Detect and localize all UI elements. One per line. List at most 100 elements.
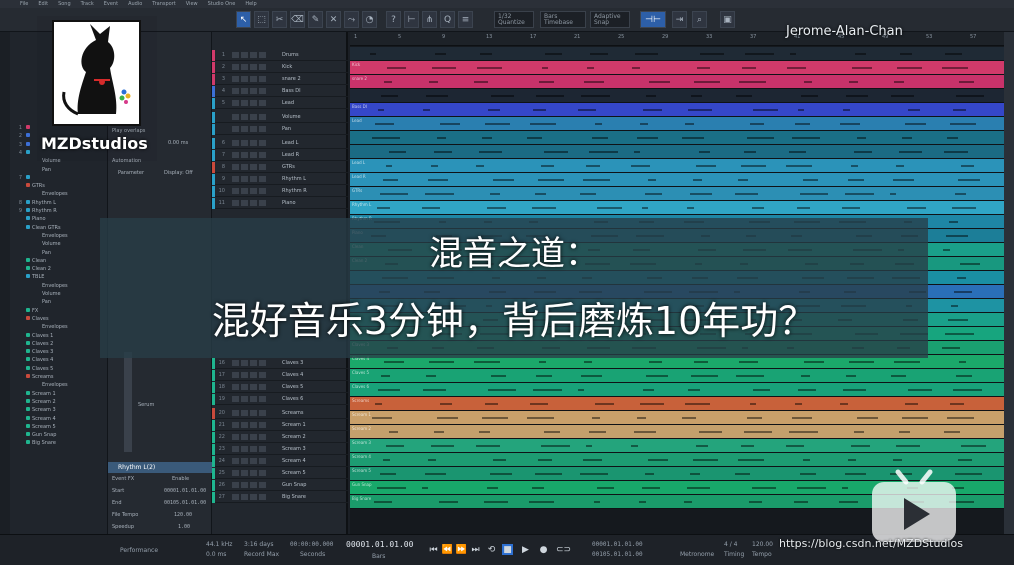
- track-lane[interactable]: Claves 5: [350, 369, 1004, 383]
- track-lane[interactable]: Scream 3: [350, 439, 1004, 453]
- solo-button[interactable]: [241, 446, 248, 452]
- monitor-button[interactable]: [259, 410, 266, 416]
- monitor-button[interactable]: [259, 188, 266, 194]
- eraser-tool-icon[interactable]: ⌫: [290, 11, 305, 28]
- monitor-button[interactable]: [259, 140, 266, 146]
- mute-button[interactable]: [232, 176, 239, 182]
- snap-field[interactable]: Adaptive Snap: [590, 11, 630, 28]
- record-arm-button[interactable]: [250, 384, 257, 390]
- outline-row[interactable]: Piano: [10, 215, 108, 223]
- loop-end[interactable]: 00105.01.01.00: [592, 551, 643, 558]
- timebase-field[interactable]: Bars Timebase: [540, 11, 586, 28]
- track-header[interactable]: 5 Lead: [212, 98, 348, 109]
- track-name[interactable]: Rhythm R: [282, 186, 332, 197]
- mute-button[interactable]: [232, 140, 239, 146]
- monitor-button[interactable]: [259, 396, 266, 402]
- outline-row[interactable]: FX: [10, 307, 108, 315]
- loop-toggle-icon[interactable]: ⊂⊃: [556, 544, 571, 555]
- track-header[interactable]: 23 Scream 3: [212, 444, 348, 455]
- track-header[interactable]: 11 Piano: [212, 198, 348, 209]
- track-lane[interactable]: snare 2: [350, 75, 1004, 89]
- outline-row[interactable]: Claves 5: [10, 365, 108, 373]
- metronome-label[interactable]: Metronome: [680, 551, 714, 558]
- track-name[interactable]: Scream 1: [282, 420, 332, 431]
- monitor-button[interactable]: [259, 114, 266, 120]
- bend-tool-icon[interactable]: ⤳: [344, 11, 359, 28]
- solo-button[interactable]: [241, 176, 248, 182]
- outline-row[interactable]: Clean GTRs: [10, 224, 108, 232]
- track-lane[interactable]: [350, 145, 1004, 159]
- menu-item[interactable]: Song: [58, 1, 71, 7]
- outline-row[interactable]: Scream 2: [10, 398, 108, 406]
- track-lane[interactable]: [350, 131, 1004, 145]
- timeline-ruler[interactable]: 1 5 9 13 17 21 25 29 33 37 41 45 49 53 57: [350, 32, 1004, 46]
- solo-button[interactable]: [241, 188, 248, 194]
- track-name[interactable]: Scream 5: [282, 468, 332, 479]
- track-name[interactable]: Claves 4: [282, 370, 332, 381]
- mute-tool-icon[interactable]: ✕: [326, 11, 341, 28]
- track-lane[interactable]: Scream 1: [350, 411, 1004, 425]
- track-lane[interactable]: Lead: [350, 117, 1004, 131]
- monitor-button[interactable]: [259, 384, 266, 390]
- mute-button[interactable]: [232, 88, 239, 94]
- track-name[interactable]: Pan: [282, 124, 332, 135]
- mute-button[interactable]: [232, 360, 239, 366]
- menu-item[interactable]: Studio One: [208, 1, 236, 7]
- track-header[interactable]: 2 Kick: [212, 62, 348, 73]
- menu-item[interactable]: Track: [81, 1, 94, 7]
- track-header[interactable]: 18 Claves 5: [212, 382, 348, 393]
- file-tempo-value[interactable]: 120.00: [174, 512, 192, 518]
- record-arm-button[interactable]: [250, 410, 257, 416]
- outline-row[interactable]: Envelopes: [10, 282, 108, 290]
- outline-row[interactable]: Claves 3: [10, 348, 108, 356]
- solo-button[interactable]: [241, 384, 248, 390]
- mute-button[interactable]: [232, 164, 239, 170]
- mute-button[interactable]: [232, 114, 239, 120]
- solo-button[interactable]: [241, 360, 248, 366]
- track-name[interactable]: Bass DI: [282, 86, 332, 97]
- record-arm-button[interactable]: [250, 52, 257, 58]
- audiobend-icon[interactable]: ⋔: [422, 11, 437, 28]
- mute-button[interactable]: [232, 458, 239, 464]
- arrow-tool-icon[interactable]: ↖: [236, 11, 251, 28]
- track-header[interactable]: 24 Scream 4: [212, 456, 348, 467]
- outline-row[interactable]: 8 Rhythm L: [10, 199, 108, 207]
- track-header[interactable]: Pan: [212, 124, 348, 135]
- track-lane[interactable]: Kick: [350, 61, 1004, 75]
- mute-button[interactable]: [232, 470, 239, 476]
- track-header[interactable]: 16 Claves 3: [212, 358, 348, 369]
- track-header[interactable]: 4 Bass DI: [212, 86, 348, 97]
- solo-button[interactable]: [241, 396, 248, 402]
- solo-button[interactable]: [241, 114, 248, 120]
- snap-toggle-icon[interactable]: ⊣⊢: [640, 11, 666, 28]
- record-arm-button[interactable]: [250, 422, 257, 428]
- track-header[interactable]: 17 Claves 4: [212, 370, 348, 381]
- track-lane[interactable]: Lead L: [350, 159, 1004, 173]
- paint-tool-icon[interactable]: ✎: [308, 11, 323, 28]
- track-lane[interactable]: Scream 2: [350, 425, 1004, 439]
- outline-row[interactable]: Claves 1: [10, 332, 108, 340]
- record-arm-button[interactable]: [250, 164, 257, 170]
- outline-row[interactable]: Claves: [10, 315, 108, 323]
- record-arm-button[interactable]: [250, 200, 257, 206]
- monitor-button[interactable]: [259, 164, 266, 170]
- end-value[interactable]: 00105.01.01.00: [164, 500, 206, 506]
- outline-row[interactable]: Envelopes: [10, 232, 108, 240]
- stop-icon[interactable]: ■: [502, 544, 513, 555]
- mute-button[interactable]: [232, 384, 239, 390]
- mute-button[interactable]: [232, 494, 239, 500]
- record-arm-button[interactable]: [250, 114, 257, 120]
- solo-button[interactable]: [241, 164, 248, 170]
- track-name[interactable]: snare 2: [282, 74, 332, 85]
- monitor-button[interactable]: [259, 470, 266, 476]
- quantize-icon[interactable]: Q: [440, 11, 455, 28]
- track-lane[interactable]: Claves 6: [350, 383, 1004, 397]
- track-name[interactable]: Scream 4: [282, 456, 332, 467]
- record-arm-button[interactable]: [250, 360, 257, 366]
- record-arm-button[interactable]: [250, 100, 257, 106]
- outline-row[interactable]: 9 Rhythm R: [10, 207, 108, 215]
- track-header[interactable]: 19 Claves 6: [212, 394, 348, 405]
- outline-row[interactable]: 7: [10, 174, 108, 182]
- solo-button[interactable]: [241, 88, 248, 94]
- record-arm-button[interactable]: [250, 372, 257, 378]
